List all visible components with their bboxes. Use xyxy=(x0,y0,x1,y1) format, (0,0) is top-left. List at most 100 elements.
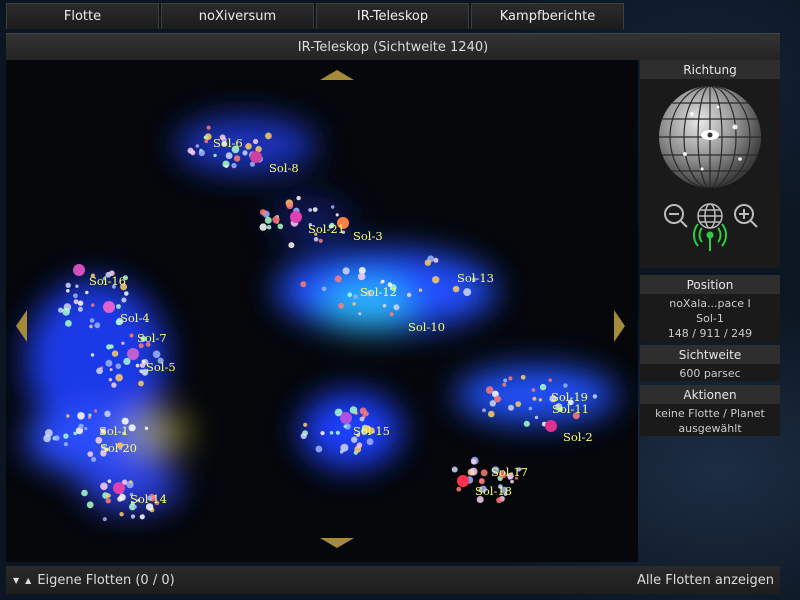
planet-dot xyxy=(144,426,149,430)
planet-dot xyxy=(539,383,547,391)
actions-panel: Aktionen keine Flotte / Planet ausgewähl… xyxy=(640,385,780,436)
system-label[interactable]: Sol-5 xyxy=(146,360,176,374)
system-label[interactable]: Sol-4 xyxy=(120,311,150,325)
planet-dot xyxy=(313,237,319,242)
system-label[interactable]: Sol-21 xyxy=(308,222,345,236)
tab-flotte[interactable]: Flotte xyxy=(6,3,159,29)
planet-dot xyxy=(406,292,412,298)
zoom-out-icon[interactable] xyxy=(664,204,688,228)
expand-icon[interactable]: ▲ xyxy=(25,576,31,585)
sun-marker[interactable] xyxy=(545,420,557,432)
system-label[interactable]: Sol-17 xyxy=(491,465,528,479)
planet-dot xyxy=(45,429,53,437)
planet-dot xyxy=(187,147,194,154)
planet-dot xyxy=(331,205,335,209)
planet-dot xyxy=(139,362,146,368)
scroll-up-arrow[interactable] xyxy=(320,70,354,80)
sun-marker[interactable] xyxy=(250,151,262,163)
planet-dot xyxy=(286,202,294,210)
position-coordinates: 148 / 911 / 249 xyxy=(667,327,753,340)
zoom-in-icon[interactable] xyxy=(734,204,758,228)
planet-dot xyxy=(308,208,313,212)
system-label[interactable]: Sol-12 xyxy=(360,285,397,299)
scroll-left-arrow[interactable] xyxy=(16,310,27,342)
system-label[interactable]: Sol-13 xyxy=(457,271,494,285)
system-label[interactable]: Sol-6 xyxy=(213,136,243,150)
own-fleets-label[interactable]: Eigene Flotten (0 / 0) xyxy=(37,573,174,588)
system-label[interactable]: Sol-20 xyxy=(100,441,137,455)
system-label[interactable]: Sol-16 xyxy=(89,274,126,288)
system-label[interactable]: Sol-1 xyxy=(99,424,129,438)
planet-dot xyxy=(231,162,237,169)
planet-dot xyxy=(111,350,119,357)
page-title: IR-Teleskop (Sichtweite 1240) xyxy=(6,33,780,60)
planet-dot xyxy=(463,288,472,297)
planet-dot xyxy=(108,378,113,382)
planet-dot xyxy=(89,318,95,323)
planet-dot xyxy=(81,489,88,497)
planet-dot xyxy=(321,286,327,292)
system-label[interactable]: Sol-8 xyxy=(269,161,299,175)
scroll-right-arrow[interactable] xyxy=(614,310,625,342)
tab-ir-teleskop[interactable]: IR-Teleskop xyxy=(316,3,469,29)
planet-dot xyxy=(129,333,134,338)
planet-dot xyxy=(109,368,113,372)
map-canvas[interactable]: Sol-6 Sol-8 Sol-21 Sol-3 Sol-16 Sol-13 S… xyxy=(6,60,638,562)
position-line-1: noXala...pace I xyxy=(669,297,751,310)
tab-kampfberichte[interactable]: Kampfberichte xyxy=(471,3,624,29)
tab-noxiversum[interactable]: noXiversum xyxy=(161,3,314,29)
planet-dot xyxy=(253,138,259,145)
planet-dot xyxy=(128,424,136,432)
planet-dot xyxy=(494,395,501,403)
planet-dot xyxy=(338,302,344,309)
system-label[interactable]: Sol-7 xyxy=(137,331,167,345)
planet-dot xyxy=(233,155,241,162)
system-label[interactable]: Sol-18 xyxy=(475,484,512,498)
system-label[interactable]: Sol-3 xyxy=(353,229,383,243)
planet-dot xyxy=(121,341,125,345)
planet-dot xyxy=(393,304,400,311)
system-label[interactable]: Sol-10 xyxy=(408,320,445,334)
sun-marker[interactable] xyxy=(290,211,302,223)
planet-dot xyxy=(84,427,88,431)
direction-globe[interactable] xyxy=(640,79,780,269)
planet-dot xyxy=(100,482,108,491)
planet-dot xyxy=(315,445,323,453)
planet-dot xyxy=(349,406,358,414)
planet-dot xyxy=(85,290,89,295)
planet-dot xyxy=(265,132,272,140)
sun-marker[interactable] xyxy=(127,348,139,360)
sun-marker[interactable] xyxy=(457,475,469,487)
system-label[interactable]: Sol-11 xyxy=(552,402,589,416)
planet-dot xyxy=(73,299,79,305)
sun-marker[interactable] xyxy=(73,264,85,276)
collapse-icon[interactable]: ▼ xyxy=(13,576,19,585)
planet-dot xyxy=(63,442,68,447)
actions-text: keine Flotte / Planet ausgewählt xyxy=(655,407,765,435)
planet-dot xyxy=(204,139,209,144)
tab-bar: Flotte noXiversum IR-Teleskop Kampfberic… xyxy=(6,3,624,29)
range-heading: Sichtweite xyxy=(640,345,780,364)
position-heading: Position xyxy=(640,275,780,294)
planet-dot xyxy=(432,276,440,284)
planet-dot xyxy=(119,493,126,501)
globe-icon[interactable] xyxy=(697,203,723,229)
sun-marker[interactable] xyxy=(113,482,125,494)
direction-globe-area xyxy=(640,79,780,251)
telescope-map[interactable]: Sol-6 Sol-8 Sol-21 Sol-3 Sol-16 Sol-13 S… xyxy=(6,60,638,562)
sun-marker[interactable] xyxy=(340,412,352,424)
planet-dot xyxy=(129,480,133,484)
planet-dot xyxy=(138,380,144,387)
system-label[interactable]: Sol-2 xyxy=(563,430,593,444)
system-label[interactable]: Sol-15 xyxy=(353,424,390,438)
planet-dot xyxy=(357,272,366,281)
planet-dot xyxy=(288,242,295,249)
planet-dot xyxy=(496,497,503,504)
planet-dot xyxy=(592,394,598,399)
system-label[interactable]: Sol-14 xyxy=(130,492,167,506)
planet-dot xyxy=(63,433,69,439)
show-all-fleets-link[interactable]: Alle Flotten anzeigen xyxy=(637,573,780,588)
planet-dot xyxy=(456,486,462,492)
scroll-down-arrow[interactable] xyxy=(320,538,354,548)
sun-marker[interactable] xyxy=(103,301,115,313)
